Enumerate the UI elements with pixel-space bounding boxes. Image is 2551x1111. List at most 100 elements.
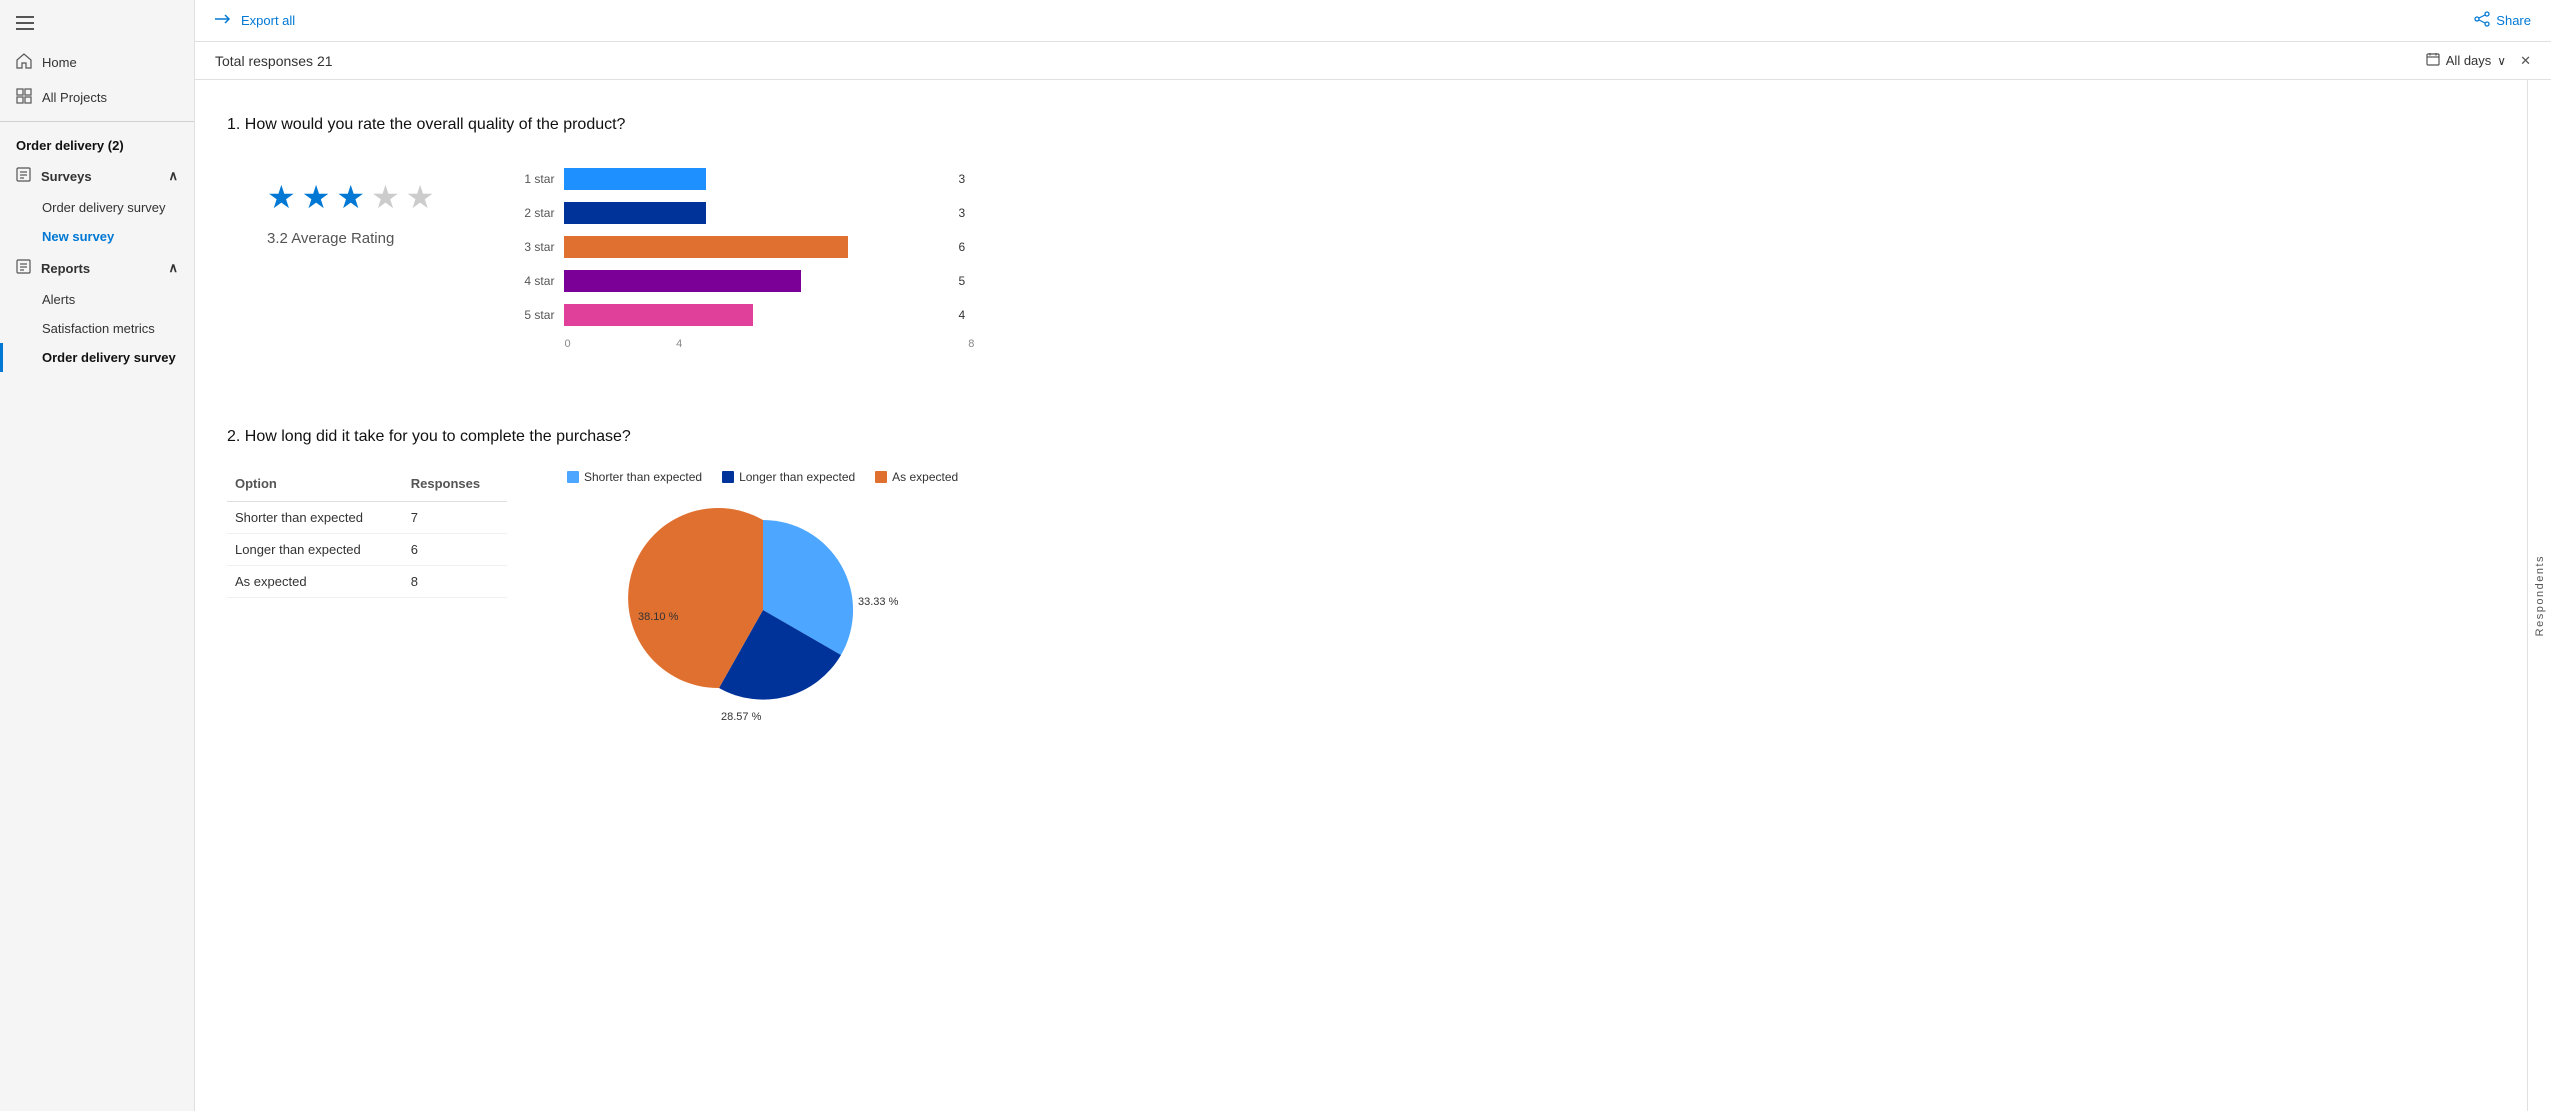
reports-section-header[interactable]: Reports ∧ <box>0 251 194 285</box>
new-survey-label: New survey <box>42 229 114 244</box>
bar-value-5: 4 <box>958 308 974 322</box>
respondents-tab-label: Respondents <box>2530 547 2550 644</box>
table-row: Shorter than expected 7 <box>227 502 507 534</box>
reports-label: Reports <box>41 261 90 276</box>
reports-chevron: ∧ <box>168 260 178 276</box>
bar-label-1: 1 star <box>514 172 554 186</box>
bar-label-4: 4 star <box>514 274 554 288</box>
bar-value-4: 5 <box>958 274 974 288</box>
col-option: Option <box>227 470 403 502</box>
bar-label-2: 2 star <box>514 206 554 220</box>
pct-label-as-expected: 38.10 % <box>638 611 679 623</box>
pie-section: Shorter than expected Longer than expect… <box>567 470 958 720</box>
surveys-label: Surveys <box>41 169 92 184</box>
respondents-tab[interactable]: Respondents <box>2527 80 2551 1111</box>
pie-chart-svg: 33.33 % 28.57 % 38.10 % <box>623 500 903 720</box>
average-rating: 3.2 Average Rating <box>267 230 394 247</box>
star-1: ★ <box>267 178 296 216</box>
bar-row-1star: 1 star 3 <box>514 168 974 190</box>
main-scroll: 1. How would you rate the overall qualit… <box>195 80 2527 1111</box>
responses-as-expected: 8 <box>403 566 507 598</box>
bar-fill-1 <box>564 168 706 190</box>
all-days-filter[interactable]: All days ∨ ✕ <box>2426 52 2531 69</box>
bar-track-2 <box>564 202 942 224</box>
legend-dot-longer <box>722 471 734 483</box>
surveys-section-header[interactable]: Surveys ∧ <box>0 159 194 193</box>
bar-label-5: 5 star <box>514 308 554 322</box>
projects-icon <box>16 88 32 107</box>
share-button[interactable]: Share <box>2474 11 2531 30</box>
responses-longer: 6 <box>403 534 507 566</box>
question-2-card: 2. How long did it take for you to compl… <box>195 400 2527 752</box>
legend-label-longer: Longer than expected <box>739 470 855 484</box>
q1-content: ★ ★ ★ ★ ★ 3.2 Average Rating 1 star <box>227 158 2495 360</box>
order-delivery-title: Order delivery (2) <box>0 128 194 159</box>
bar-track-5 <box>564 304 942 326</box>
bar-chart: 1 star 3 2 star 3 <box>514 158 974 360</box>
axis-0: 0 <box>564 338 570 350</box>
q2-content: Option Responses Shorter than expected 7 <box>227 470 2495 720</box>
bar-fill-5 <box>564 304 753 326</box>
option-shorter: Shorter than expected <box>227 502 403 534</box>
legend-dot-as-expected <box>875 471 887 483</box>
chart-axis: 0 4 8 <box>514 338 974 350</box>
legend-shorter: Shorter than expected <box>567 470 702 484</box>
export-all-label: Export all <box>241 13 295 28</box>
table-row: Longer than expected 6 <box>227 534 507 566</box>
bar-row-5star: 5 star 4 <box>514 304 974 326</box>
star-5: ★ <box>406 178 435 216</box>
bar-label-3: 3 star <box>514 240 554 254</box>
reports-icon <box>16 259 31 277</box>
satisfaction-metrics-label: Satisfaction metrics <box>42 321 155 336</box>
all-days-label: All days <box>2446 53 2492 68</box>
legend-label-as-expected: As expected <box>892 470 958 484</box>
responses-shorter: 7 <box>403 502 507 534</box>
axis-4: 4 <box>676 338 682 350</box>
share-icon <box>2474 11 2490 30</box>
bar-row-2star: 2 star 3 <box>514 202 974 224</box>
close-filter-button[interactable]: ✕ <box>2520 53 2531 69</box>
bar-track-1 <box>564 168 942 190</box>
menu-icon[interactable] <box>0 8 194 45</box>
legend-dot-shorter <box>567 471 579 483</box>
alerts-label: Alerts <box>42 292 75 307</box>
sidebar-item-order-delivery-survey[interactable]: Order delivery survey <box>0 193 194 222</box>
sidebar-item-alerts[interactable]: Alerts <box>0 285 194 314</box>
order-delivery-survey-label: Order delivery survey <box>42 200 166 215</box>
legend-longer: Longer than expected <box>722 470 855 484</box>
sidebar-item-new-survey[interactable]: New survey <box>0 222 194 251</box>
total-responses: Total responses 21 <box>215 53 333 69</box>
sidebar-item-satisfaction-metrics[interactable]: Satisfaction metrics <box>0 314 194 343</box>
star-rating: ★ ★ ★ ★ ★ <box>267 178 434 216</box>
sidebar-item-all-projects[interactable]: All Projects <box>0 80 194 115</box>
bar-value-1: 3 <box>958 172 974 186</box>
q1-title: 1. How would you rate the overall qualit… <box>227 116 2495 134</box>
star-4: ★ <box>371 178 400 216</box>
sidebar-item-order-delivery-report[interactable]: Order delivery survey <box>0 343 194 372</box>
main-content: Export all Share Total responses 21 All … <box>195 0 2551 1111</box>
sidebar-item-home[interactable]: Home <box>0 45 194 80</box>
pie-legend: Shorter than expected Longer than expect… <box>567 470 958 484</box>
home-label: Home <box>42 55 77 70</box>
bar-row-3star: 3 star 6 <box>514 236 974 258</box>
legend-as-expected: As expected <box>875 470 958 484</box>
pie-chart-container: 33.33 % 28.57 % 38.10 % <box>623 500 903 720</box>
q2-title: 2. How long did it take for you to compl… <box>227 428 2495 446</box>
pct-label-longer: 28.57 % <box>721 711 762 720</box>
star-section: ★ ★ ★ ★ ★ 3.2 Average Rating <box>227 158 474 267</box>
star-3: ★ <box>336 178 365 216</box>
bar-row-4star: 4 star 5 <box>514 270 974 292</box>
dropdown-chevron: ∨ <box>2497 54 2506 68</box>
bar-fill-4 <box>564 270 800 292</box>
option-as-expected: As expected <box>227 566 403 598</box>
filterbar: Total responses 21 All days ∨ ✕ <box>195 42 2551 80</box>
star-2: ★ <box>302 178 331 216</box>
surveys-chevron: ∧ <box>168 168 178 184</box>
question-1-card: 1. How would you rate the overall qualit… <box>195 88 2527 392</box>
bar-fill-2 <box>564 202 706 224</box>
export-all-button[interactable]: Export all <box>215 12 295 30</box>
surveys-icon <box>16 167 31 185</box>
axis-8: 8 <box>968 338 974 350</box>
q2-table: Option Responses Shorter than expected 7 <box>227 470 507 598</box>
legend-label-shorter: Shorter than expected <box>584 470 702 484</box>
